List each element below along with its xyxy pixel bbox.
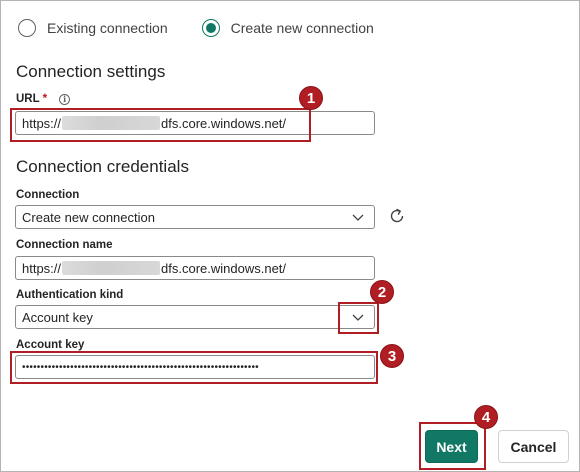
next-button[interactable]: Next: [425, 430, 478, 463]
account-key-label: Account key: [16, 339, 85, 351]
radio-circle-checked[interactable]: [201, 19, 220, 37]
connection-name-prefix: https://: [22, 260, 62, 276]
connection-dropdown-value: Create new connection: [22, 209, 155, 225]
annotation-box-auth-chevron: [338, 302, 379, 334]
radio-circle-unchecked[interactable]: [18, 19, 36, 37]
annotation-number-1: 1: [299, 86, 323, 110]
cancel-button[interactable]: Cancel: [498, 430, 569, 463]
authentication-kind-label: Authentication kind: [16, 289, 124, 301]
connection-dropdown[interactable]: Create new connection: [15, 205, 375, 229]
redacted-connection-name: [62, 261, 161, 275]
radio-existing-label: Existing connection: [47, 20, 168, 36]
required-asterisk: *: [42, 93, 48, 105]
connection-credentials-heading: Connection credentials: [16, 157, 189, 176]
authentication-kind-dropdown[interactable]: Account key: [15, 305, 375, 329]
annotation-number-2: 2: [370, 280, 394, 304]
authentication-kind-value: Account key: [22, 309, 93, 325]
connection-name-label: Connection name: [16, 239, 113, 251]
radio-existing-connection[interactable]: Existing connection: [18, 19, 168, 37]
refresh-icon[interactable]: [387, 206, 407, 226]
connection-label: Connection: [16, 189, 80, 201]
radio-create-new-connection[interactable]: Create new connection: [201, 19, 374, 37]
annotation-box-account-key: [10, 351, 378, 384]
url-label-text: URL: [16, 93, 40, 105]
radio-new-label: Create new connection: [230, 20, 374, 36]
connection-mode-radio-group: Existing connection Create new connectio…: [18, 17, 408, 39]
connection-name-suffix: dfs.core.windows.net/: [161, 260, 287, 276]
annotation-box-url: [10, 108, 311, 142]
info-icon[interactable]: i: [59, 93, 71, 105]
connection-name-input[interactable]: https:// dfs.core.windows.net/: [15, 256, 375, 280]
annotation-number-3: 3: [380, 344, 404, 368]
chevron-down-icon: [352, 214, 364, 221]
url-label: URL * i: [16, 93, 71, 105]
connection-settings-heading: Connection settings: [16, 62, 166, 81]
annotation-number-4: 4: [474, 405, 498, 429]
